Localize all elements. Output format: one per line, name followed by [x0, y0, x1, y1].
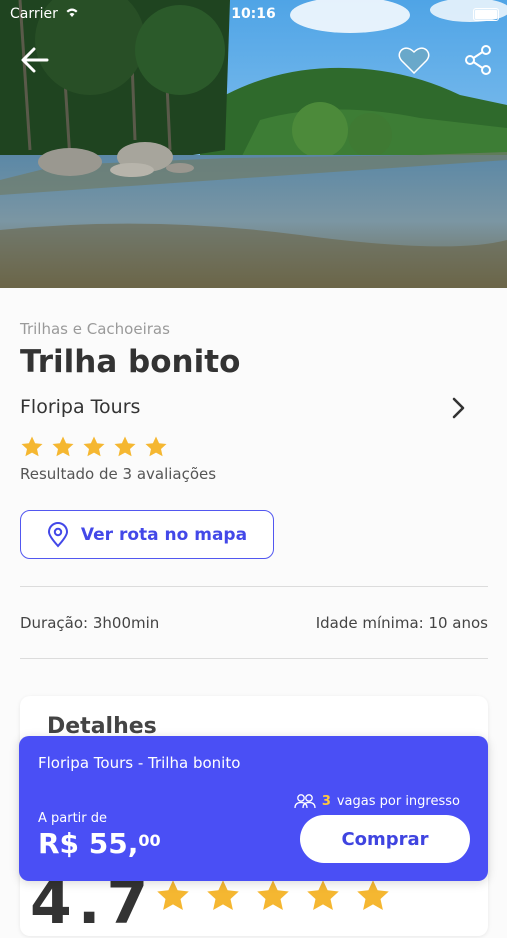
star-icon	[257, 880, 289, 910]
star-icon	[157, 880, 189, 910]
star-icon	[21, 436, 43, 457]
battery-icon	[473, 8, 499, 21]
rating-stars	[20, 435, 168, 459]
rating-stars-large	[155, 878, 391, 914]
operator-name[interactable]: Floripa Tours	[20, 396, 140, 418]
share-icon	[465, 45, 491, 75]
back-button[interactable]	[15, 40, 55, 80]
status-bar: Carrier 10:16	[0, 0, 507, 28]
price-value: R$ 55,00	[38, 827, 161, 860]
view-route-button[interactable]: Ver rota no mapa	[20, 510, 274, 559]
star-icon	[357, 880, 389, 910]
purchase-tour-title: Floripa Tours - Trilha bonito	[38, 754, 241, 772]
price-from-label: A partir de	[38, 811, 108, 826]
star-icon	[114, 436, 136, 457]
favorite-button[interactable]	[394, 40, 434, 80]
arrow-left-icon	[21, 47, 49, 73]
seats-number: 3	[321, 793, 331, 809]
price-cents: 00	[138, 831, 161, 850]
price-main: R$ 55,	[38, 827, 139, 860]
buy-button[interactable]: Comprar	[300, 815, 470, 863]
divider	[20, 658, 488, 659]
star-icon	[83, 436, 105, 457]
star-icon	[307, 880, 339, 910]
people-icon	[294, 794, 316, 809]
chevron-right-icon	[452, 397, 465, 419]
seats-label: vagas por ingresso	[336, 793, 460, 809]
star-icon	[52, 436, 74, 457]
status-time: 10:16	[231, 6, 276, 22]
map-pin-icon	[47, 521, 68, 547]
purchase-bar: Floripa Tours - Trilha bonito 3 vagas po…	[19, 736, 488, 881]
category-label: Trilhas e Cachoeiras	[20, 320, 170, 338]
reviews-count: Resultado de 3 avaliações	[20, 465, 217, 483]
star-icon	[145, 436, 167, 457]
duration-text: Duração: 3h00min	[20, 614, 160, 632]
seats-info: 3 vagas por ingresso	[294, 793, 460, 809]
operator-chevron-button[interactable]	[448, 396, 468, 424]
min-age-text: Idade mínima: 10 anos	[315, 614, 488, 632]
share-button[interactable]	[458, 40, 498, 80]
divider	[20, 586, 488, 587]
star-icon	[207, 880, 239, 910]
heart-icon	[398, 47, 430, 74]
page-title: Trilha bonito	[20, 344, 241, 380]
view-route-label: Ver rota no mapa	[80, 524, 248, 545]
